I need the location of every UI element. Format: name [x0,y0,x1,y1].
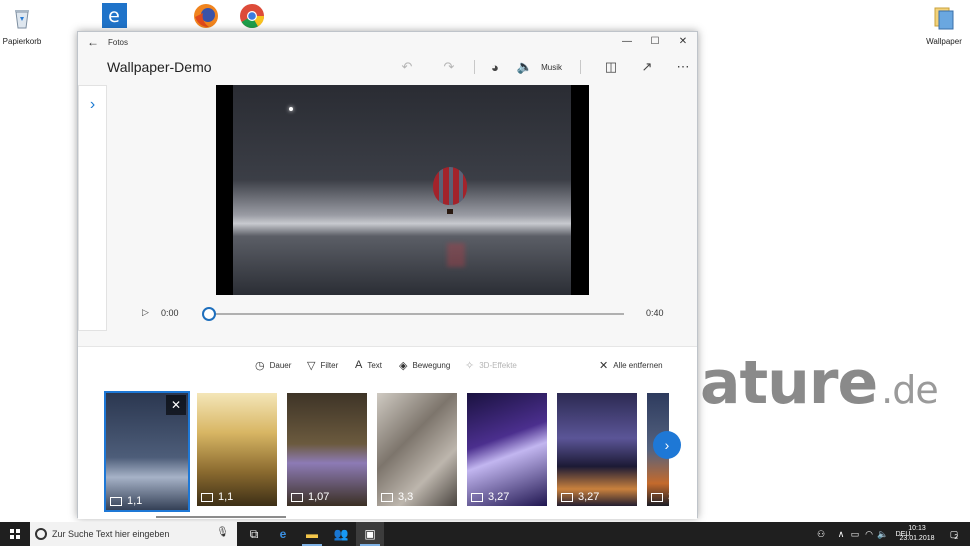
taskbar-clock[interactable]: 10:13 23.01.2018 [897,524,937,544]
start-button[interactable] [0,522,30,546]
hot-air-balloon [433,167,467,205]
storyboard-clip[interactable]: 3,27 [557,393,637,506]
folder-icon [934,7,954,30]
image-icon [651,492,663,502]
preview-image [233,85,571,295]
people-tray-icon[interactable]: ⚇ [812,529,830,540]
music-button[interactable]: 🔈 Musik [517,58,562,76]
image-icon [201,492,213,502]
project-library-panel[interactable]: › [78,85,107,331]
moon-glow [289,107,293,111]
chrome-desktop-icon[interactable] [222,3,282,34]
edge-desktop-icon[interactable]: e [84,2,144,33]
search-box[interactable]: Zur Suche Text hier eingeben 🎙 [30,522,237,546]
scroll-next-button[interactable]: › [653,431,681,459]
total-time: 0:40 [646,308,664,318]
toolbar: ↶ ↷ ◕ 🔈 Musik ◫ ↗ ⋯ [392,58,697,76]
text-button[interactable]: A Text [355,359,382,371]
remove-all-button[interactable]: ✕ Alle entfernen [599,359,663,372]
storyboard-toolbar: ◷ Dauer ▽ Filter A Text ◈ Bewegung ✧ 3D-Effek… [78,359,697,375]
file-explorer-icon[interactable]: ▬ [298,522,326,546]
microphone-icon[interactable]: 🎙 [216,527,229,538]
photos-window: ← Fotos — ☐ ✕ Wallpaper-Demo ↶ ↷ ◕ 🔈 Mus… [77,31,698,519]
maximize-button[interactable]: ☐ [641,32,669,52]
undo-icon[interactable]: ↶ [392,58,422,76]
cortana-icon [35,528,47,540]
photos-taskbar-icon[interactable]: ▣ [356,522,384,546]
play-icon[interactable]: ▷ [142,307,149,318]
video-preview[interactable] [216,85,589,295]
task-view-icon[interactable]: ⧉ [240,522,268,546]
svg-text:e: e [108,5,120,27]
clock-icon: ◷ [255,360,265,372]
storyboard-clips: ✕ 1,1 1,1 1,07 3,3 3,27 3,27 3 › [78,391,697,512]
storyboard: ◷ Dauer ▽ Filter A Text ◈ Bewegung ✧ 3D-Effek… [78,346,697,519]
motion-icon: ◈ [399,360,408,372]
image-icon [561,492,573,502]
balloon-basket [447,209,453,214]
image-icon [291,492,303,502]
chevron-right-icon: › [664,437,670,453]
recycle-bin-desktop-icon[interactable]: Papierkorb [0,4,52,46]
storyboard-clip[interactable]: 3,27 [467,393,547,506]
motion-button[interactable]: ◈ Bewegung [399,359,450,372]
remove-clip-icon[interactable]: ✕ [166,395,186,415]
windows-logo-icon [10,529,20,539]
volume-icon[interactable]: 🔈 [876,529,890,540]
3d-effects-button[interactable]: ✧ 3D-Effekte [465,359,517,372]
recycle-bin-icon [15,10,29,29]
storyboard-scrollbar[interactable] [156,516,286,518]
taskbar: Zur Suche Text hier eingeben 🎙 ⧉ e ▬ 👥 ▣… [0,522,970,546]
storyboard-clip[interactable]: ✕ 1,1 [104,391,190,512]
seek-thumb[interactable] [202,307,216,321]
chrome-icon [240,4,264,29]
toolbar-divider [473,60,475,74]
balloon-reflection [447,243,465,267]
wallpaper-desktop-icon[interactable]: Wallpaper [914,4,970,46]
theme-palette-icon[interactable]: ◕ [485,58,505,76]
title-bar: ← Fotos — ☐ ✕ [78,32,697,52]
aspect-ratio-icon[interactable]: ◫ [597,58,625,76]
minimize-button[interactable]: — [613,32,641,52]
image-icon [471,492,483,502]
back-arrow-icon[interactable]: ← [78,35,108,49]
image-icon [381,492,393,502]
wifi-icon[interactable]: ◠ [862,529,876,540]
image-icon [110,496,122,506]
command-bar: Wallpaper-Demo ↶ ↷ ◕ 🔈 Musik ◫ ↗ ⋯ [78,52,697,82]
close-button[interactable]: ✕ [669,32,697,52]
filter-icon: ▽ [307,360,316,372]
speaker-icon: 🔈 [516,59,534,74]
edge-taskbar-icon[interactable]: e [269,522,297,546]
watermark: ature .de [700,348,939,418]
edge-icon: e [102,3,128,29]
more-options-icon[interactable]: ⋯ [669,58,697,76]
network-icon[interactable]: ▭ [848,529,862,540]
current-time: 0:00 [161,308,179,318]
storyboard-clip[interactable]: 3,3 [377,393,457,506]
chevron-up-icon[interactable]: ∧ [834,529,848,540]
storyboard-clip[interactable]: 1,07 [287,393,367,506]
firefox-icon [194,4,218,28]
playback-controls: ▷ 0:00 0:40 [142,304,672,324]
3d-effects-icon: ✧ [465,360,475,372]
app-title: Fotos [108,37,129,47]
storyboard-clip[interactable]: 1,1 [197,393,277,506]
close-icon: ✕ [599,360,609,372]
toolbar-divider [580,60,581,74]
action-center-button[interactable]: ▢ 2 [944,522,964,546]
share-icon[interactable]: ↗ [633,58,661,76]
redo-icon[interactable]: ↷ [434,58,464,76]
duration-button[interactable]: ◷ Dauer [255,359,291,372]
seek-track[interactable] [208,313,624,315]
chevron-right-icon: › [89,96,96,113]
filter-button[interactable]: ▽ Filter [307,359,338,372]
project-title[interactable]: Wallpaper-Demo [107,59,212,75]
window-controls: — ☐ ✕ [613,32,697,52]
text-icon: A [355,359,363,371]
people-icon[interactable]: 👥 [327,522,355,546]
